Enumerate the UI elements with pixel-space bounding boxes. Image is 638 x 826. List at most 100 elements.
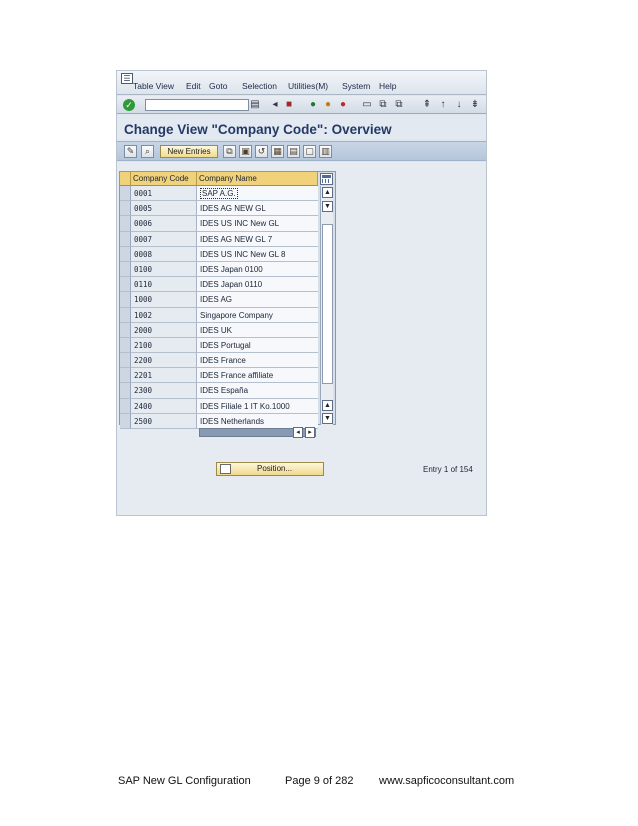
vertical-scrollbar[interactable]: ▲ ▼ ▲ ▼: [320, 186, 333, 425]
delete-icon[interactable]: ▣: [239, 145, 252, 158]
find-icon[interactable]: ⧉: [377, 99, 389, 111]
company-name-cell[interactable]: IDES Filiale 1 IT Ko.1000: [197, 398, 318, 414]
table-row[interactable]: 2300 IDES España: [120, 383, 318, 399]
back-arrow-icon[interactable]: ◂: [269, 99, 281, 111]
row-selector[interactable]: [120, 261, 131, 278]
footer-page-number: Page 9 of 282: [285, 775, 354, 787]
table-row[interactable]: 0100 IDES Japan 0100: [120, 261, 318, 278]
row-selector[interactable]: [120, 383, 131, 399]
vertical-scroll-thumb[interactable]: [322, 224, 333, 384]
scroll-right-icon[interactable]: ▸: [305, 427, 315, 438]
company-name-cell[interactable]: Singapore Company: [197, 307, 318, 323]
row-selector[interactable]: [120, 201, 131, 217]
table-row[interactable]: 1002 Singapore Company: [120, 307, 318, 323]
row-selector[interactable]: [120, 292, 131, 308]
row-selector[interactable]: [120, 337, 131, 354]
company-name-cell[interactable]: IDES UK: [197, 322, 318, 338]
enter-check-icon[interactable]: ✓: [123, 99, 135, 111]
table-row[interactable]: 2400 IDES Filiale 1 IT Ko.1000: [120, 398, 318, 414]
company-name-cell[interactable]: IDES AG NEW GL: [197, 201, 318, 217]
row-selector[interactable]: [120, 277, 131, 293]
menu-help[interactable]: Help: [379, 81, 396, 91]
row-selector[interactable]: [120, 413, 131, 429]
table-row[interactable]: 0110 IDES Japan 0110: [120, 277, 318, 293]
column-header-company-code[interactable]: Company Code: [131, 172, 197, 186]
company-name-cell[interactable]: IDES Japan 0110: [197, 277, 318, 293]
save-icon[interactable]: ■: [283, 99, 295, 111]
company-name-cell[interactable]: IDES Portugal: [197, 337, 318, 354]
command-field-history-icon[interactable]: ▤: [249, 99, 261, 111]
menu-utilities[interactable]: Utilities(M): [288, 81, 328, 91]
menu-table-view[interactable]: Table View: [133, 81, 174, 91]
table-row[interactable]: 0008 IDES US INC New GL 8: [120, 246, 318, 262]
column-header-company-name[interactable]: Company Name: [197, 172, 318, 186]
company-name-text: IDES France affiliate: [200, 371, 274, 381]
table-row[interactable]: 0007 IDES AG NEW GL 7: [120, 231, 318, 247]
company-name-cell[interactable]: IDES Japan 0100: [197, 261, 318, 278]
command-field[interactable]: [145, 99, 249, 111]
menu-edit[interactable]: Edit: [186, 81, 201, 91]
table-row[interactable]: 2100 IDES Portugal: [120, 337, 318, 354]
print-table-icon[interactable]: ▥: [319, 145, 332, 158]
scroll-down-bottom-icon[interactable]: ▼: [322, 413, 333, 424]
table-row[interactable]: 2201 IDES France affiliate: [120, 368, 318, 384]
undo-change-icon[interactable]: ↺: [255, 145, 268, 158]
menu-system[interactable]: System: [342, 81, 370, 91]
company-name-text: IDES Japan 0110: [200, 280, 263, 290]
first-page-icon[interactable]: ⇞: [421, 99, 433, 111]
table-row[interactable]: 0001 SAP A.G.: [120, 186, 318, 202]
company-name-cell[interactable]: IDES AG: [197, 292, 318, 308]
company-code-cell: 2000: [131, 322, 197, 338]
company-name-text: IDES UK: [200, 325, 233, 335]
row-selector[interactable]: [120, 322, 131, 338]
table-row[interactable]: 1000 IDES AG: [120, 292, 318, 308]
row-selector[interactable]: [120, 246, 131, 262]
table-row[interactable]: 0005 IDES AG NEW GL: [120, 201, 318, 217]
row-selector[interactable]: [120, 186, 131, 202]
menu-goto[interactable]: Goto: [209, 81, 227, 91]
company-name-cell[interactable]: IDES AG NEW GL 7: [197, 231, 318, 247]
scroll-up-bottom-icon[interactable]: ▲: [322, 400, 333, 411]
scroll-up-top-icon[interactable]: ▲: [322, 187, 333, 198]
company-name-cell[interactable]: IDES France affiliate: [197, 368, 318, 384]
print-icon[interactable]: ▭: [361, 99, 373, 111]
select-all-column-header[interactable]: [120, 172, 131, 186]
previous-page-icon[interactable]: ↑: [437, 99, 449, 111]
row-selector[interactable]: [120, 398, 131, 414]
row-selector[interactable]: [120, 307, 131, 323]
copy-as-icon[interactable]: ⧉: [223, 145, 236, 158]
cancel-icon[interactable]: ●: [337, 99, 349, 111]
display-change-icon[interactable]: ✎: [124, 145, 137, 158]
deselect-all-icon[interactable]: ▢: [303, 145, 316, 158]
scroll-down-top-icon[interactable]: ▼: [322, 201, 333, 212]
new-entries-button[interactable]: New Entries: [160, 145, 218, 158]
company-code-cell: 0008: [131, 246, 197, 262]
exit-icon[interactable]: ●: [322, 99, 334, 111]
table-settings-icon[interactable]: [320, 173, 333, 185]
next-page-icon[interactable]: ↓: [453, 99, 465, 111]
menu-selection[interactable]: Selection: [242, 81, 277, 91]
table-row[interactable]: 0006 IDES US INC New GL: [120, 216, 318, 232]
select-all-icon[interactable]: ▦: [271, 145, 284, 158]
scroll-left-icon[interactable]: ◂: [293, 427, 303, 438]
table-row[interactable]: 2500 IDES Netherlands: [120, 413, 318, 429]
row-selector[interactable]: [120, 368, 131, 384]
find-next-icon[interactable]: ⧉: [393, 99, 405, 111]
company-name-cell[interactable]: SAP A.G.: [197, 186, 318, 202]
row-selector[interactable]: [120, 231, 131, 247]
table-row[interactable]: 2200 IDES France: [120, 353, 318, 369]
select-block-icon[interactable]: ▤: [287, 145, 300, 158]
row-selector[interactable]: [120, 353, 131, 369]
table-row[interactable]: 2000 IDES UK: [120, 322, 318, 338]
details-icon[interactable]: ⌕: [141, 145, 154, 158]
system-menu-icon[interactable]: ☰: [121, 73, 133, 84]
position-button[interactable]: Position...: [216, 462, 324, 476]
row-selector[interactable]: [120, 216, 131, 232]
company-name-cell[interactable]: IDES España: [197, 383, 318, 399]
company-name-cell[interactable]: IDES US INC New GL: [197, 216, 318, 232]
company-name-cell[interactable]: IDES US INC New GL 8: [197, 246, 318, 262]
last-page-icon[interactable]: ⇟: [469, 99, 481, 111]
back-icon[interactable]: ●: [307, 99, 319, 111]
company-name-cell[interactable]: IDES France: [197, 353, 318, 369]
standard-toolbar: ✓ ▤ ◂ ■ ● ● ● ▭ ⧉ ⧉ ⇞ ↑ ↓ ⇟: [117, 96, 486, 114]
